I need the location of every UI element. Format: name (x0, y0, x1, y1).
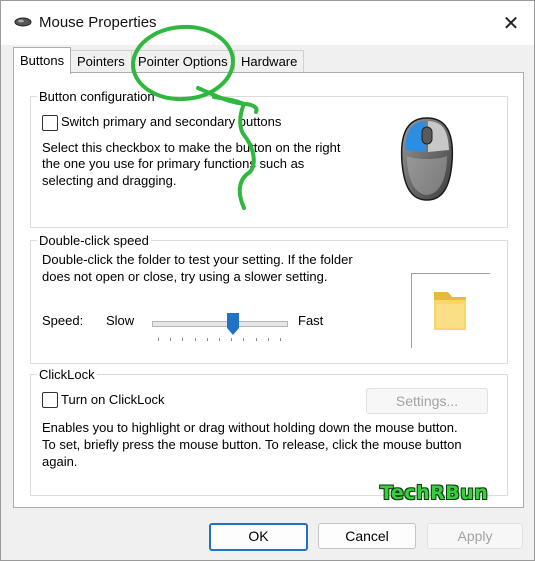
tab-pointers[interactable]: Pointers (70, 50, 132, 73)
cancel-button[interactable]: Cancel (318, 523, 416, 549)
clicklock-description-line-1: Enables you to highlight or drag without… (42, 420, 458, 435)
slider-tick (182, 338, 184, 341)
slider-tick (267, 338, 269, 341)
double-click-description-line-2: does not open or close, try using a slow… (42, 269, 328, 284)
group-title-button-configuration: Button configuration (37, 89, 157, 104)
window-title: Mouse Properties (39, 14, 157, 31)
group-title-clicklock: ClickLock (37, 367, 97, 382)
double-click-description-line-1: Double-click the folder to test your set… (42, 252, 353, 267)
fast-label: Fast (298, 313, 324, 328)
button-config-description-line-2: the one you use for primary functions su… (42, 156, 305, 171)
clicklock-label[interactable]: Turn on ClickLock (61, 392, 165, 409)
slider-tick (231, 338, 233, 341)
slider-tick (255, 338, 257, 341)
switch-buttons-checkbox[interactable] (42, 115, 58, 131)
slider-tick (206, 338, 208, 341)
ok-button[interactable]: OK (209, 523, 308, 551)
button-config-description-line-1: Select this checkbox to make the button … (42, 140, 341, 155)
tab-buttons[interactable]: Buttons (13, 47, 72, 74)
title-bar[interactable]: Mouse Properties ✕ (1, 1, 534, 45)
group-title-double-click-speed: Double-click speed (37, 233, 151, 248)
mouse-app-icon (14, 17, 32, 27)
test-folder-area[interactable] (411, 273, 490, 348)
techrbun-watermark: TechRBun (380, 482, 489, 504)
switch-buttons-label[interactable]: Switch primary and secondary buttons (61, 114, 281, 131)
tab-pointer-options[interactable]: Pointer Options (131, 50, 235, 73)
close-icon[interactable]: ✕ (489, 5, 533, 41)
slider-tick (219, 338, 220, 341)
button-config-description-line-3: selecting and dragging. (42, 173, 177, 188)
clicklock-settings-button[interactable]: Settings... (366, 388, 488, 414)
mouse-image (362, 100, 492, 222)
slider-tick (194, 338, 196, 341)
slider-tick (170, 338, 172, 341)
folder-icon[interactable] (412, 274, 490, 348)
apply-button[interactable]: Apply (427, 523, 523, 549)
slider-thumb[interactable] (227, 313, 240, 335)
slider-tick (280, 338, 281, 341)
clicklock-description-line-2: To set, briefly press the mouse button. … (42, 437, 462, 452)
slider-tick (158, 338, 159, 341)
mouse-icon (400, 117, 454, 201)
tab-hardware[interactable]: Hardware (234, 50, 305, 73)
double-click-speed-slider[interactable] (152, 321, 288, 327)
clicklock-description-line-3: again. (42, 454, 78, 469)
speed-label: Speed: (42, 313, 84, 328)
clicklock-checkbox[interactable] (42, 392, 58, 408)
slow-label: Slow (106, 313, 135, 328)
slider-tick (243, 338, 245, 341)
